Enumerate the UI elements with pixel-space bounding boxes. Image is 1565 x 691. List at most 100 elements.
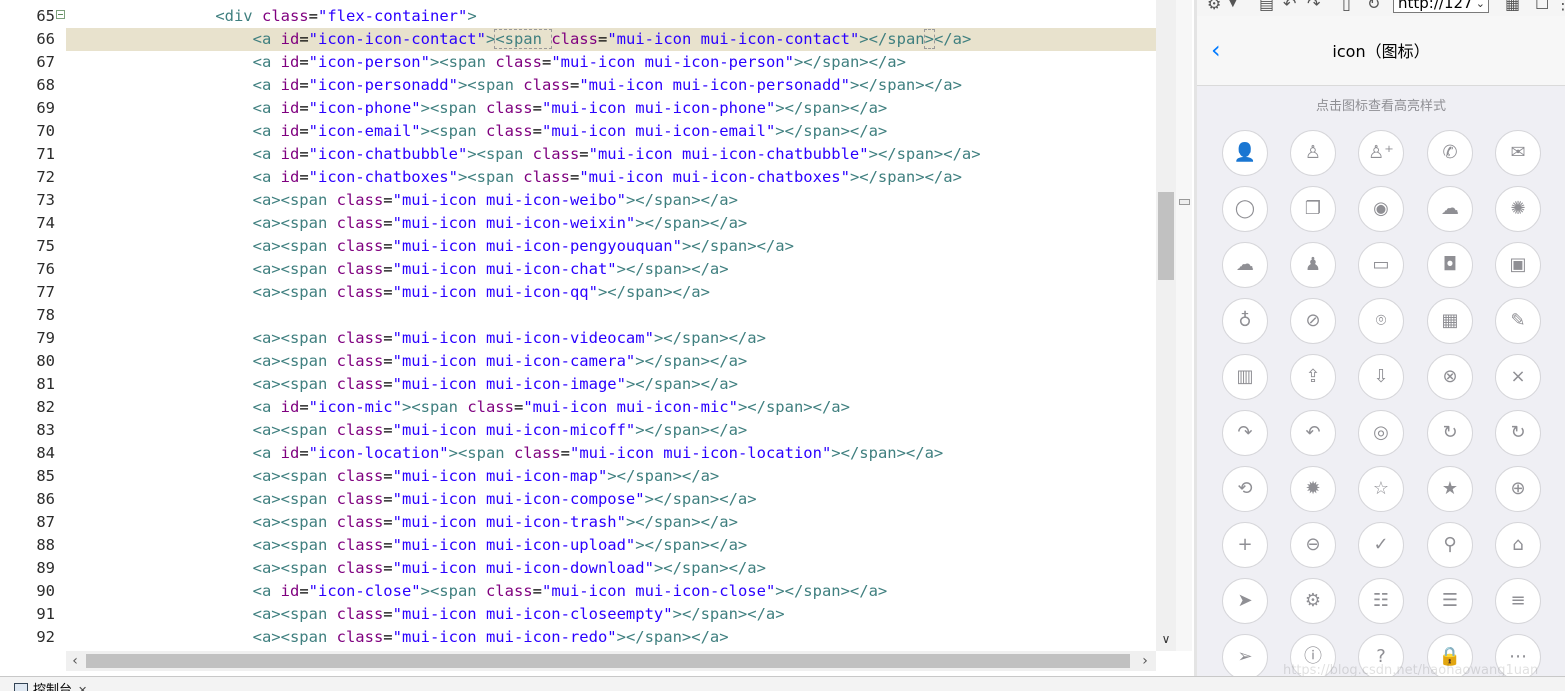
bars-icon[interactable]: ≡ [1495,578,1541,624]
overview-ruler-mark[interactable] [1179,199,1190,205]
code-line[interactable]: <a><span class="mui-icon mui-icon-camera… [66,350,1156,373]
home-icon[interactable]: ⌂ [1495,522,1541,568]
url-select[interactable]: http://127 ⌄ [1393,0,1489,13]
code-editor[interactable]: 65 66 67 68 69 70 71 72 73 74 75 76 77 78 79 80 81 82 83 84… [0,0,1195,676]
refresh-icon[interactable]: ↻ [1367,0,1380,13]
code-area[interactable]: <div class="flex-container"> <a id="icon… [66,0,1156,651]
redo-icon[interactable]: ↷ [1222,410,1268,456]
undo-icon[interactable]: ↶ [1290,410,1336,456]
code-line[interactable]: <a><span class="mui-icon mui-icon-downlo… [66,557,1156,580]
scroll-down-arrow-icon[interactable]: ∨ [1156,629,1176,649]
chat-icon[interactable]: ☁ [1222,242,1268,288]
email-icon[interactable]: ✉ [1495,130,1541,176]
code-line[interactable]: <a><span class="mui-icon mui-icon-map"><… [66,465,1156,488]
location-icon[interactable]: ⌾ [1358,298,1404,344]
upload-icon[interactable]: ⇪ [1290,354,1336,400]
window-icon[interactable]: ☐ [1535,0,1549,13]
code-line[interactable]: <a><span class="mui-icon mui-icon-trash"… [66,511,1156,534]
videocam-icon[interactable]: ▭ [1358,242,1404,288]
code-line[interactable]: <a><span class="mui-icon mui-icon-image"… [66,373,1156,396]
code-line[interactable]: <a><span class="mui-icon mui-icon-closee… [66,603,1156,626]
weixin-icon[interactable]: ☁ [1427,186,1473,232]
spinner-icon[interactable]: ✹ [1290,466,1336,512]
code-token: <a><span [66,329,337,347]
code-line[interactable]: <a id="icon-chatboxes"><span class="mui-… [66,166,1156,189]
code-line[interactable]: <a id="icon-mic"><span class="mui-icon m… [66,396,1156,419]
scroll-right-arrow-icon[interactable]: › [1136,651,1154,671]
code-line[interactable]: <a><span class="mui-icon mui-icon-upload… [66,534,1156,557]
gear-icon[interactable]: ⚙ [1290,578,1336,624]
dropdown-arrow-icon[interactable]: ▼ [1229,0,1237,9]
chatboxes-icon[interactable]: ❐ [1290,186,1336,232]
plus-circle-icon[interactable]: ⊕ [1495,466,1541,512]
star-icon[interactable]: ☆ [1358,466,1404,512]
save-icon[interactable]: ▤ [1259,0,1274,13]
qq-icon[interactable]: ♟ [1290,242,1336,288]
code-line[interactable]: <a><span class="mui-icon mui-icon-chat">… [66,258,1156,281]
code-token: id [280,582,300,600]
code-line[interactable]: <a><span class="mui-icon mui-icon-pengyo… [66,235,1156,258]
code-line[interactable]: <a id="icon-personadd"><span class="mui-… [66,74,1156,97]
settings-icon[interactable]: ☷ [1358,578,1404,624]
code-line[interactable]: <a><span class="mui-icon mui-icon-redo">… [66,626,1156,649]
download-icon[interactable]: ⇩ [1358,354,1404,400]
minus-icon[interactable]: ⊖ [1290,522,1336,568]
code-line[interactable]: <a><span class="mui-icon mui-icon-weixin… [66,212,1156,235]
code-line[interactable]: <a id="icon-phone"><span class="mui-icon… [66,97,1156,120]
forward-icon[interactable]: ↷ [1307,0,1320,13]
scroll-left-arrow-icon[interactable]: ‹ [66,651,84,671]
close-icon[interactable]: ⊗ [1427,354,1473,400]
phone-icon[interactable]: ✆ [1427,130,1473,176]
code-line[interactable]: <div class="flex-container"> [66,5,1156,28]
code-line[interactable]: <a id="icon-close"><span class="mui-icon… [66,580,1156,603]
search-icon[interactable]: ⚲ [1427,522,1473,568]
loop-icon[interactable]: ⟲ [1222,466,1268,512]
navigate-icon[interactable]: ➤ [1222,578,1268,624]
code-line[interactable]: <a><span class="mui-icon mui-icon-weibo"… [66,189,1156,212]
weibo-icon[interactable]: ◉ [1358,186,1404,232]
fold-toggle-icon[interactable] [56,10,65,19]
vertical-scrollbar[interactable] [1156,0,1176,651]
url-dropdown-icon[interactable]: ⌄ [1476,0,1485,12]
code-line[interactable]: <a id="icon-email"><span class="mui-icon… [66,120,1156,143]
camera-icon[interactable]: ◘ [1427,242,1473,288]
compose-icon[interactable]: ✎ [1495,298,1541,344]
mic-icon[interactable]: ♁ [1222,298,1268,344]
chatbubble-icon[interactable]: ◯ [1222,186,1268,232]
trash-icon[interactable]: ▥ [1222,354,1268,400]
map-icon[interactable]: ▦ [1427,298,1473,344]
reload-icon[interactable]: ↻ [1495,410,1541,456]
person-icon[interactable]: ♙ [1290,130,1336,176]
micoff-icon[interactable]: ⊘ [1290,298,1336,344]
code-line[interactable] [66,304,1156,327]
code-line[interactable]: <a><span class="mui-icon mui-icon-micoff… [66,419,1156,442]
list-icon[interactable]: ☰ [1427,578,1473,624]
plus-icon[interactable]: + [1222,522,1268,568]
device-icon[interactable]: ▯ [1342,0,1351,13]
tab-console[interactable]: 控制台 ✕ [14,679,87,691]
code-line[interactable]: <a id="icon-location"><span class="mui-i… [66,442,1156,465]
personadd-icon[interactable]: ♙⁺ [1358,130,1404,176]
code-line[interactable]: <a><span class="mui-icon mui-icon-qq"></… [66,281,1156,304]
vertical-scroll-thumb[interactable] [1158,192,1174,280]
horizontal-scroll-thumb[interactable] [86,654,1130,668]
closeempty-icon[interactable]: × [1495,354,1541,400]
refreshempty-icon[interactable]: ↻ [1427,410,1473,456]
code-line[interactable]: <a><span class="mui-icon mui-icon-videoc… [66,327,1156,350]
contact-icon[interactable]: 👤 [1222,130,1268,176]
preview-toolbar: ⚙ ▼ ▤ ↶ ↷ ▯ ↻ http://127 ⌄ ▦ ☐ ⋮ [1197,0,1565,16]
paperplane-icon[interactable]: ➢ [1222,634,1268,676]
pengyouquan-icon[interactable]: ✺ [1495,186,1541,232]
refresh-icon[interactable]: ◎ [1358,410,1404,456]
image-icon[interactable]: ▣ [1495,242,1541,288]
code-line[interactable]: <a id="icon-chatbubble"><span class="mui… [66,143,1156,166]
code-line[interactable]: <a><span class="mui-icon mui-icon-compos… [66,488,1156,511]
more-icon[interactable]: ⋮ [1555,0,1565,13]
gear-icon[interactable]: ⚙ [1207,0,1221,13]
screenshot-icon[interactable]: ▦ [1505,0,1520,13]
code-line[interactable]: <a id="icon-icon-contact"><span class="m… [66,28,1156,51]
code-line[interactable]: <a id="icon-person"><span class="mui-ico… [66,51,1156,74]
checkmark-icon[interactable]: ✓ [1358,522,1404,568]
back-icon[interactable]: ↶ [1283,0,1296,13]
starhalf-icon[interactable]: ★ [1427,466,1473,512]
